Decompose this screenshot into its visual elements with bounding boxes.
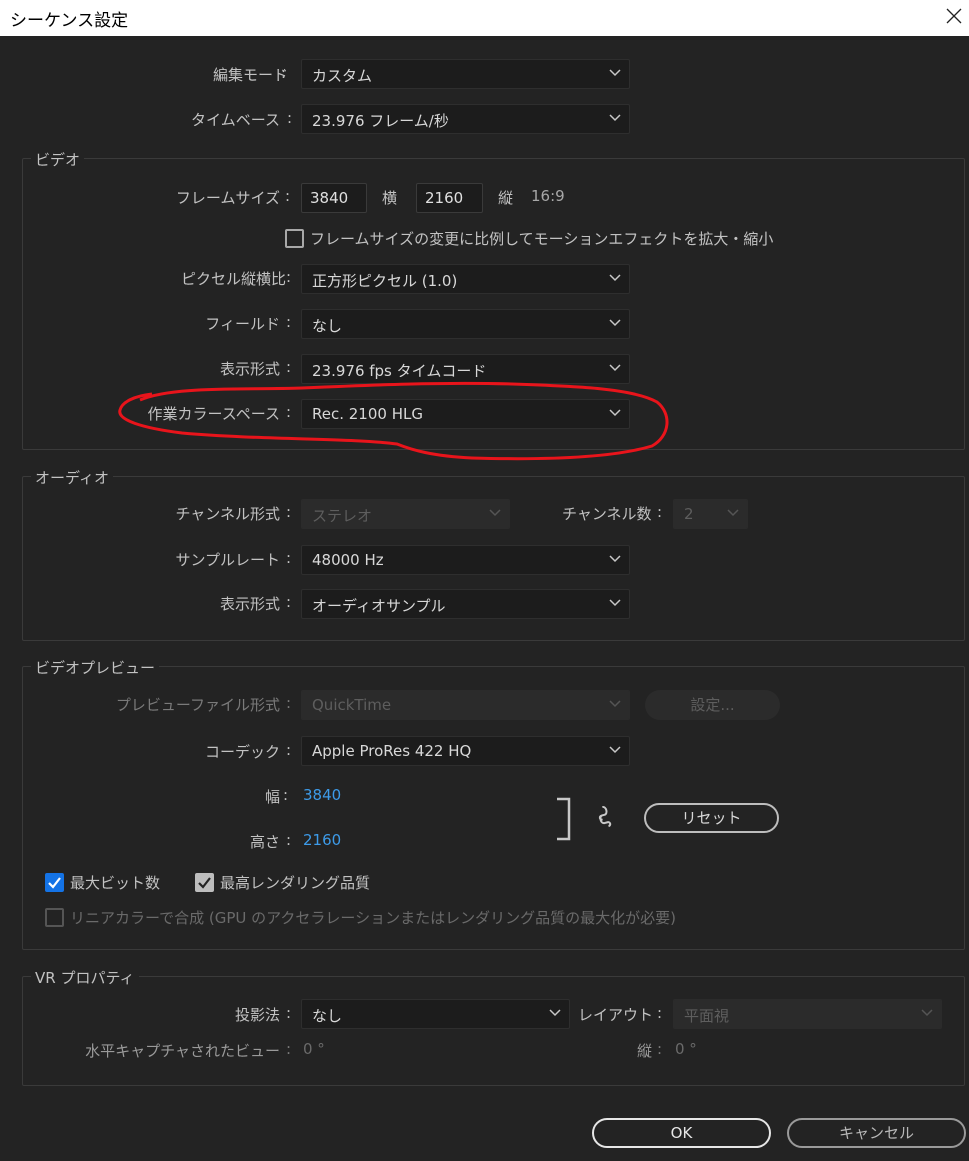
projection-label: 投影法 [234, 1006, 280, 1024]
channel-format-dropdown: ステレオ [301, 499, 510, 529]
frame-width-unit: 横 [382, 189, 398, 207]
sample-rate-label: サンプルレート [175, 551, 280, 569]
video-preview-section-title: ビデオプレビュー [31, 657, 160, 678]
codec-dropdown[interactable]: Apple ProRes 422 HQ [301, 736, 630, 766]
video-section-title: ビデオ [31, 149, 85, 170]
audio-display-format-label: 表示形式 [219, 595, 280, 613]
timebase-dropdown[interactable]: 23.976 フレーム/秒 [301, 104, 630, 134]
max-render-quality-label: 最高レンダリング品質 [220, 874, 371, 892]
chevron-down-icon [609, 274, 621, 282]
vr-section-title: VR プロパティ [31, 967, 139, 988]
bracket-icon [557, 797, 571, 841]
reset-button[interactable]: リセット [644, 803, 779, 833]
channel-count-label: チャンネル数 [562, 505, 652, 523]
aspect-ratio: 16:9 [531, 187, 565, 205]
channel-format-label: チャンネル形式 [175, 505, 280, 523]
cancel-button[interactable]: キャンセル [787, 1118, 966, 1148]
video-display-format-dropdown[interactable]: 23.976 fps タイムコード [301, 354, 630, 384]
chevron-down-icon [549, 1009, 561, 1017]
preview-file-format-label: プレビューファイル形式 [115, 696, 280, 714]
codec-label: コーデック [204, 743, 280, 761]
pixel-aspect-label: ピクセル縦横比 [180, 270, 286, 288]
chevron-down-icon [609, 69, 621, 77]
edit-mode-label: 編集モード [212, 66, 288, 84]
pixel-aspect-dropdown[interactable]: 正方形ピクセル (1.0) [301, 264, 630, 294]
preview-file-format-dropdown: QuickTime [301, 690, 630, 720]
close-icon [946, 8, 962, 24]
working-color-space-label: 作業カラースペース [147, 405, 280, 423]
window-title: シーケンス設定 [10, 11, 129, 31]
chevron-down-icon [609, 700, 621, 708]
projection-dropdown[interactable]: なし [301, 999, 570, 1029]
frame-height-input[interactable]: 2160 [416, 183, 483, 213]
chevron-down-icon [609, 746, 621, 754]
max-bit-depth-label: 最大ビット数 [70, 874, 161, 892]
preview-width-value[interactable]: 3840 [303, 786, 341, 804]
preview-settings-button: 設定... [645, 690, 780, 720]
ok-button[interactable]: OK [592, 1118, 771, 1148]
chevron-down-icon [921, 1009, 933, 1017]
chevron-down-icon [727, 509, 739, 517]
scale-motion-label: フレームサイズの変更に比例してモーションエフェクトを拡大・縮小 [310, 230, 774, 248]
chevron-down-icon [609, 364, 621, 372]
audio-section-title: オーディオ [31, 467, 113, 488]
chevron-down-icon [609, 319, 621, 327]
preview-height-label: 高さ [249, 833, 280, 851]
fields-dropdown[interactable]: なし [301, 309, 630, 339]
frame-size-label: フレームサイズ [175, 189, 280, 207]
video-display-format-label: 表示形式 [219, 360, 280, 378]
title-bar: シーケンス設定 [0, 0, 969, 36]
fields-label: フィールド [205, 315, 280, 333]
channel-count-dropdown: 2 [673, 499, 748, 529]
h-captured-view-label: 水平キャプチャされたビュー [85, 1042, 280, 1060]
h-captured-view-value: 0 ° [303, 1040, 325, 1058]
frame-height-unit: 縦 [498, 189, 514, 207]
check-icon [198, 877, 211, 889]
chevron-down-icon [609, 599, 621, 607]
scale-motion-checkbox[interactable] [285, 229, 304, 248]
preview-width-label: 幅 [264, 788, 280, 806]
check-icon [48, 877, 61, 889]
max-render-quality-checkbox[interactable] [195, 873, 214, 892]
close-button[interactable] [939, 0, 969, 32]
frame-width-input[interactable]: 3840 [301, 183, 367, 213]
vertical-label: 縦 [637, 1042, 653, 1060]
linear-color-label: リニアカラーで合成 (GPU のアクセラレーションまたはレンダリング品質の最大化… [70, 909, 676, 927]
timebase-label: タイムベース [191, 111, 280, 129]
vr-layout-label: レイアウト [578, 1006, 654, 1024]
edit-mode-dropdown[interactable]: カスタム [301, 59, 630, 89]
chevron-down-icon [609, 409, 621, 417]
working-color-space-dropdown[interactable]: Rec. 2100 HLG [301, 399, 630, 429]
vr-section [22, 976, 965, 1086]
vertical-value: 0 ° [675, 1040, 697, 1058]
preview-height-value[interactable]: 2160 [303, 831, 341, 849]
audio-display-format-dropdown[interactable]: オーディオサンプル [301, 589, 630, 619]
chain-link-icon[interactable] [596, 804, 612, 830]
max-bit-depth-checkbox[interactable] [45, 873, 64, 892]
chevron-down-icon [489, 509, 501, 517]
chevron-down-icon [609, 555, 621, 563]
chevron-down-icon [609, 114, 621, 122]
vr-layout-dropdown: 平面視 [673, 999, 942, 1029]
linear-color-checkbox [45, 908, 64, 927]
sample-rate-dropdown[interactable]: 48000 Hz [301, 545, 630, 575]
